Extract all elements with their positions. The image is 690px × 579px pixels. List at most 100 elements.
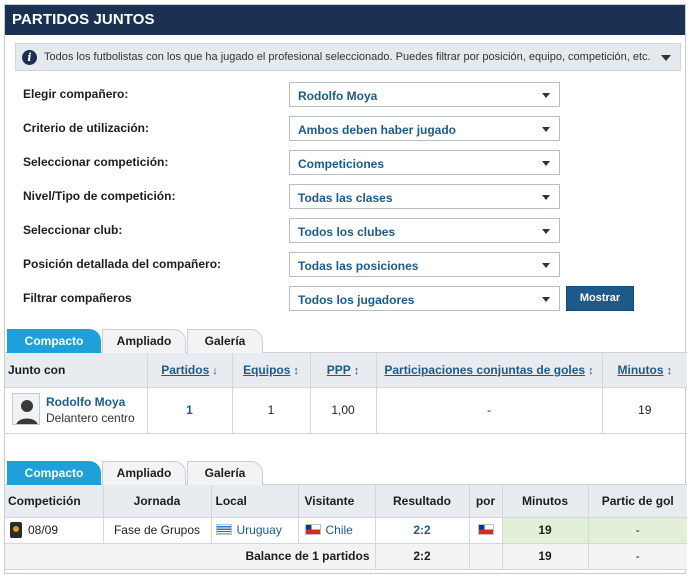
- table-header-row: Competición Jornada Local Visitante Resu…: [5, 485, 687, 518]
- col-header-goal-participations[interactable]: Participaciones conjuntas de goles ↕: [375, 353, 603, 388]
- matchday-value: Fase de Grupos: [102, 516, 212, 544]
- chevron-down-icon: [542, 195, 550, 200]
- balance-goal-part: -: [587, 542, 687, 570]
- select-value: Todos los jugadores: [298, 293, 415, 307]
- filter-row-criteria: Criterio de utilización: Ambos deben hab…: [5, 116, 687, 146]
- balance-by: [468, 542, 503, 570]
- filter-row-position: Posición detallada del compañero: Todas …: [5, 252, 687, 282]
- filter-label: Posición detallada del compañero:: [23, 257, 222, 271]
- info-text: Todos los futbolistas con los que ha jug…: [44, 51, 651, 63]
- position-select[interactable]: Todas las posiciones: [289, 252, 560, 277]
- teammates-table: Junto con Partidos ↓ Equipos ↕ PPP ↕ Partic…: [5, 353, 687, 434]
- chevron-down-icon[interactable]: [661, 55, 671, 61]
- sort-icon[interactable]: ↕: [588, 365, 594, 377]
- select-value: Competiciones: [298, 157, 385, 171]
- chevron-down-icon: [542, 229, 550, 234]
- filter-label: Seleccionar club:: [23, 223, 123, 237]
- sort-link[interactable]: Participaciones conjuntas de goles: [384, 363, 585, 377]
- col-header-by: por: [468, 485, 503, 518]
- goal-part-value: -: [587, 516, 687, 544]
- filter-label: Nivel/Tipo de competición:: [23, 189, 176, 203]
- select-value: Todas las clases: [298, 191, 393, 205]
- sort-link[interactable]: Partidos: [161, 363, 209, 377]
- filter-label: Elegir compañero:: [23, 87, 129, 101]
- teammates-filter-select[interactable]: Todos los jugadores: [289, 286, 560, 311]
- for-team-cell: [468, 516, 503, 544]
- tab-compact[interactable]: Compacto: [7, 461, 101, 485]
- player-silhouette-icon: [13, 393, 39, 424]
- match-date: 08/09: [28, 523, 59, 537]
- tab-extended[interactable]: Ampliado: [102, 461, 186, 485]
- level-select[interactable]: Todas las clases: [289, 184, 560, 209]
- col-header-matches[interactable]: Partidos ↓: [146, 353, 233, 388]
- tab-extended[interactable]: Ampliado: [102, 329, 186, 353]
- matches-table: Competición Jornada Local Visitante Resu…: [5, 485, 687, 570]
- view-tabs: Compacto Ampliado Galería: [5, 327, 687, 353]
- col-header-result: Resultado: [374, 485, 470, 518]
- player-position: Delantero centro: [46, 410, 135, 425]
- home-team-cell[interactable]: Uruguay: [210, 516, 299, 544]
- teammate-select[interactable]: Rodolfo Moya: [289, 82, 560, 107]
- minutes-value: 19: [501, 516, 589, 544]
- ppp-value: 1,00: [309, 386, 377, 434]
- uruguay-flag-icon: [215, 524, 232, 535]
- col-header-matchday: Jornada: [102, 485, 212, 518]
- balance-minutes: 19: [501, 542, 589, 570]
- tab-gallery[interactable]: Galería: [187, 329, 263, 353]
- sort-icon[interactable]: ↕: [354, 365, 360, 377]
- tab-gallery[interactable]: Galería: [187, 461, 263, 485]
- info-bar[interactable]: i Todos los futbolistas con los que ha j…: [15, 43, 681, 71]
- sort-link[interactable]: PPP: [327, 363, 351, 377]
- goal-participations-value: -: [375, 386, 603, 434]
- select-value: Rodolfo Moya: [298, 89, 378, 103]
- tab-compact[interactable]: Compacto: [7, 329, 101, 353]
- sort-desc-icon[interactable]: ↓: [212, 365, 218, 377]
- show-button[interactable]: Mostrar: [566, 286, 634, 311]
- away-team-link[interactable]: Chile: [326, 523, 353, 537]
- balance-label: Balance de 1 partidos: [5, 542, 376, 570]
- chevron-down-icon: [542, 93, 550, 98]
- col-header-home: Local: [210, 485, 299, 518]
- competition-select[interactable]: Competiciones: [289, 150, 560, 175]
- sort-link[interactable]: Equipos: [243, 363, 290, 377]
- competition-cell: 08/09: [5, 516, 104, 544]
- chevron-down-icon: [542, 127, 550, 132]
- chevron-down-icon: [542, 297, 550, 302]
- teammates-panel: PARTIDOS JUNTOS i Todos los futbolistas …: [4, 4, 687, 574]
- filter-label: Seleccionar competición:: [23, 155, 169, 169]
- result-link[interactable]: 2:2: [374, 516, 470, 544]
- home-team-link[interactable]: Uruguay: [237, 523, 282, 537]
- col-header-teams[interactable]: Equipos ↕: [231, 353, 311, 388]
- balance-result: 2:2: [374, 542, 470, 570]
- player-name-link[interactable]: Rodolfo Moya: [46, 395, 125, 409]
- filter-label: Filtrar compañeros: [23, 291, 132, 305]
- select-value: Todos los clubes: [298, 225, 396, 239]
- filter-row-competition: Seleccionar competición: Competiciones: [5, 150, 687, 180]
- col-header-minutes[interactable]: Minutos ↕: [601, 353, 687, 388]
- matches-value[interactable]: 1: [146, 386, 233, 434]
- matches-view-tabs: Compacto Ampliado Galería: [5, 459, 687, 485]
- filter-row-teammates: Filtrar compañeros Todos los jugadores M…: [5, 286, 687, 316]
- col-header-competition: Competición: [5, 485, 104, 518]
- filter-row-teammate: Elegir compañero: Rodolfo Moya: [5, 82, 687, 112]
- table-header-row: Junto con Partidos ↓ Equipos ↕ PPP ↕ Partic…: [5, 353, 687, 388]
- sort-link[interactable]: Minutos: [618, 363, 664, 377]
- sort-icon[interactable]: ↕: [293, 365, 299, 377]
- away-team-cell[interactable]: Chile: [297, 516, 376, 544]
- col-header-goal-part: Partic de gol: [587, 485, 687, 518]
- criteria-select[interactable]: Ambos deben haber jugado: [289, 116, 560, 141]
- info-icon: i: [22, 50, 37, 65]
- chevron-down-icon: [542, 161, 550, 166]
- minutes-value: 19: [601, 386, 687, 434]
- filter-row-club: Seleccionar club: Todos los clubes: [5, 218, 687, 248]
- select-value: Ambos deben haber jugado: [298, 123, 457, 137]
- competition-logo-icon[interactable]: [10, 522, 22, 538]
- chile-flag-icon: [477, 524, 494, 535]
- col-header-ppp[interactable]: PPP ↕: [309, 353, 377, 388]
- col-header-away: Visitante: [297, 485, 376, 518]
- club-select[interactable]: Todos los clubes: [289, 218, 560, 243]
- teams-value: 1: [231, 386, 311, 434]
- sort-icon[interactable]: ↕: [667, 365, 673, 377]
- filter-label: Criterio de utilización:: [23, 121, 150, 135]
- chile-flag-icon: [304, 524, 321, 535]
